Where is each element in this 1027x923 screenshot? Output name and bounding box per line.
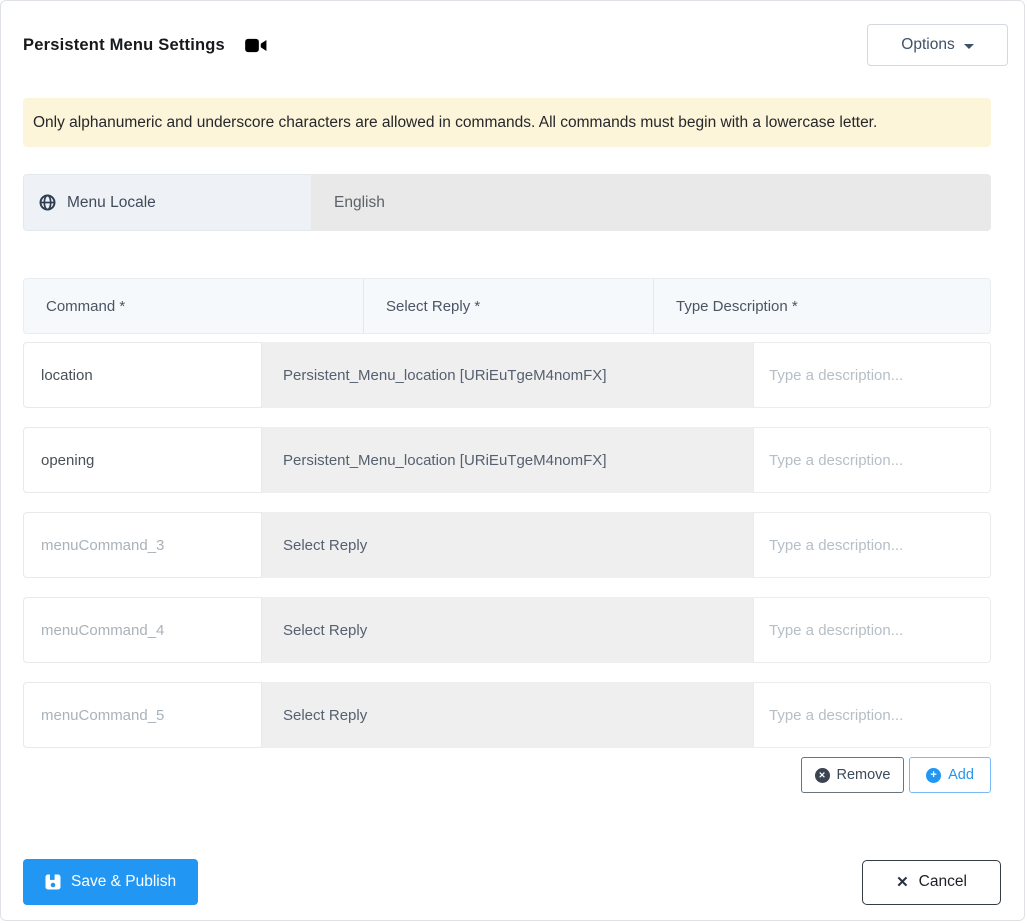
- description-input[interactable]: [753, 427, 991, 493]
- save-publish-button[interactable]: Save & Publish: [23, 859, 199, 905]
- cancel-label: Cancel: [918, 873, 967, 890]
- reply-select[interactable]: Persistent_Menu_location [URiEuTgeM4nomF…: [262, 427, 753, 493]
- row-actions: ✕ Remove + Add: [23, 757, 991, 793]
- command-input[interactable]: [23, 682, 262, 748]
- commands-table-header: Command * Select Reply * Type Descriptio…: [23, 278, 991, 334]
- reply-select[interactable]: Select Reply: [262, 682, 753, 748]
- menu-locale-value-text: English: [334, 193, 385, 211]
- top-bar: Persistent Menu Settings Options: [23, 24, 1024, 66]
- add-button-label: Add: [948, 767, 974, 783]
- command-input[interactable]: [23, 427, 262, 493]
- reply-select[interactable]: Persistent_Menu_location [URiEuTgeM4nomF…: [262, 342, 753, 408]
- reply-select-value: Select Reply: [283, 536, 368, 554]
- command-row: Persistent_Menu_location [URiEuTgeM4nomF…: [23, 342, 991, 408]
- column-header-type-description: Type Description *: [653, 279, 990, 333]
- command-rules-text: Only alphanumeric and underscore charact…: [33, 113, 878, 131]
- reply-select[interactable]: Select Reply: [262, 597, 753, 663]
- reply-select-value: Select Reply: [283, 621, 368, 639]
- command-row: Persistent_Menu_location [URiEuTgeM4nomF…: [23, 427, 991, 493]
- page-title: Persistent Menu Settings: [23, 35, 225, 54]
- description-input[interactable]: [753, 682, 991, 748]
- floppy-disk-icon: [45, 874, 61, 890]
- commands-table-body: Persistent_Menu_location [URiEuTgeM4nomF…: [23, 342, 1024, 748]
- command-row: Select Reply: [23, 512, 991, 578]
- add-row-button[interactable]: + Add: [909, 757, 991, 793]
- video-camera-icon: [245, 37, 268, 54]
- menu-locale-label-text: Menu Locale: [67, 193, 156, 211]
- reply-select-value: Persistent_Menu_location [URiEuTgeM4nomF…: [283, 451, 607, 469]
- options-button[interactable]: Options: [867, 24, 1008, 66]
- command-row: Select Reply: [23, 682, 991, 748]
- command-rules-banner: Only alphanumeric and underscore charact…: [23, 98, 991, 147]
- x-icon: ✕: [896, 874, 909, 891]
- save-publish-label: Save & Publish: [71, 873, 177, 890]
- command-row: Select Reply: [23, 597, 991, 663]
- globe-icon: [39, 194, 56, 211]
- reply-select[interactable]: Select Reply: [262, 512, 753, 578]
- title-group: Persistent Menu Settings: [23, 36, 268, 55]
- reply-select-value: Select Reply: [283, 706, 368, 724]
- description-input[interactable]: [753, 342, 991, 408]
- reply-select-value: Persistent_Menu_location [URiEuTgeM4nomF…: [283, 366, 607, 384]
- persistent-menu-settings-panel: Persistent Menu Settings Options Only al…: [0, 0, 1025, 921]
- remove-row-button[interactable]: ✕ Remove: [801, 757, 904, 793]
- command-input[interactable]: [23, 597, 262, 663]
- menu-locale-label: Menu Locale: [23, 174, 311, 231]
- command-input[interactable]: [23, 512, 262, 578]
- footer-bar: Save & Publish ✕ Cancel: [1, 859, 1024, 905]
- options-button-label: Options: [901, 36, 955, 53]
- menu-locale-value[interactable]: English: [311, 174, 991, 231]
- menu-locale-row: Menu Locale English: [23, 174, 991, 231]
- cancel-button[interactable]: ✕ Cancel: [862, 859, 1001, 905]
- chevron-down-icon: [963, 43, 974, 49]
- circle-x-icon: ✕: [814, 767, 830, 783]
- description-input[interactable]: [753, 512, 991, 578]
- column-header-command: Command *: [46, 297, 126, 315]
- column-header-select-reply: Select Reply *: [363, 279, 653, 333]
- remove-button-label: Remove: [836, 767, 891, 783]
- description-input[interactable]: [753, 597, 991, 663]
- command-input[interactable]: [23, 342, 262, 408]
- circle-plus-icon: +: [926, 767, 942, 783]
